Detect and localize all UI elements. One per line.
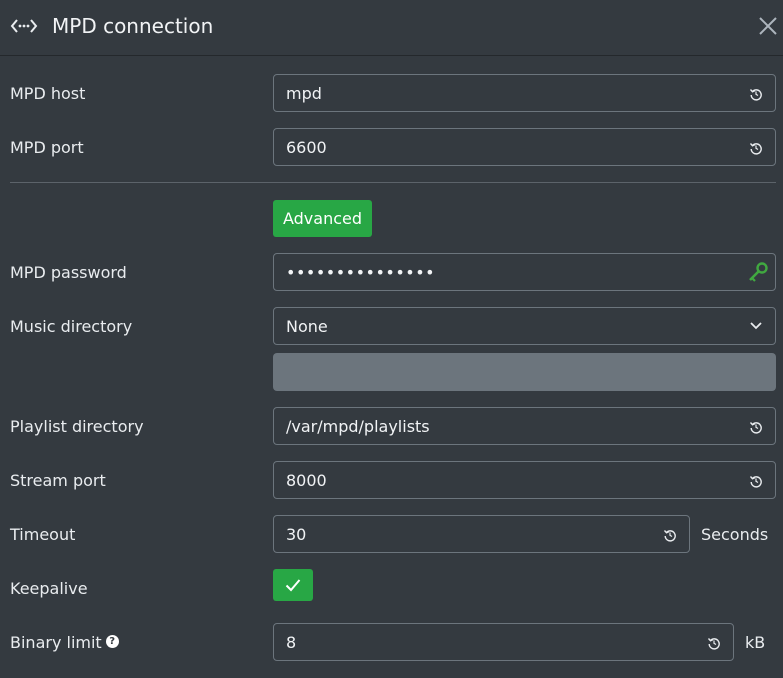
binary-limit-unit: kB: [745, 633, 766, 652]
reset-icon[interactable]: [749, 87, 763, 101]
close-icon[interactable]: [757, 15, 779, 37]
dialog-header: MPD connection: [0, 0, 783, 56]
key-icon[interactable]: [747, 261, 769, 283]
mpd-port-label: MPD port: [10, 138, 84, 157]
mpd-password-value: •••••••••••••••: [286, 263, 436, 282]
mpd-password-input[interactable]: •••••••••••••••: [273, 253, 776, 291]
mpd-port-value: 6600: [286, 138, 327, 157]
keepalive-label: Keepalive: [10, 579, 88, 598]
check-icon: [285, 579, 301, 592]
mpd-host-value: mpd: [286, 84, 322, 103]
music-directory-custom-input: [273, 353, 776, 391]
reset-icon[interactable]: [707, 636, 721, 650]
binary-limit-label-text: Binary limit: [10, 633, 102, 652]
help-icon[interactable]: ?: [105, 635, 119, 648]
playlist-directory-value: /var/mpd/playlists: [286, 417, 430, 436]
binary-limit-input[interactable]: 8: [273, 623, 734, 661]
timeout-label: Timeout: [10, 525, 76, 544]
mpd-password-label: MPD password: [10, 263, 127, 282]
mpd-host-input[interactable]: mpd: [273, 74, 776, 112]
music-directory-value: None: [286, 317, 328, 336]
keepalive-checkbox[interactable]: [273, 569, 313, 601]
binary-limit-value: 8: [286, 633, 297, 652]
mpd-port-input[interactable]: 6600: [273, 128, 776, 166]
playlist-directory-label: Playlist directory: [10, 417, 144, 436]
chevron-down-icon: [750, 322, 762, 330]
stream-port-value: 8000: [286, 471, 327, 490]
playlist-directory-input[interactable]: /var/mpd/playlists: [273, 407, 776, 445]
music-directory-select[interactable]: None: [273, 307, 776, 345]
music-directory-label: Music directory: [10, 317, 133, 336]
stream-port-label: Stream port: [10, 471, 106, 490]
timeout-value: 30: [286, 525, 307, 544]
reset-icon[interactable]: [749, 141, 763, 155]
timeout-input[interactable]: 30: [273, 515, 690, 553]
dialog-title: MPD connection: [52, 14, 214, 38]
code-arrows-icon: [10, 19, 38, 33]
divider: [10, 182, 776, 183]
mpd-host-label: MPD host: [10, 84, 86, 103]
timeout-unit: Seconds: [701, 525, 769, 544]
binary-limit-label: Binary limit?: [10, 633, 119, 652]
reset-icon[interactable]: [663, 528, 677, 542]
advanced-button[interactable]: Advanced: [273, 200, 372, 237]
reset-icon[interactable]: [749, 420, 763, 434]
reset-icon[interactable]: [749, 474, 763, 488]
stream-port-input[interactable]: 8000: [273, 461, 776, 499]
